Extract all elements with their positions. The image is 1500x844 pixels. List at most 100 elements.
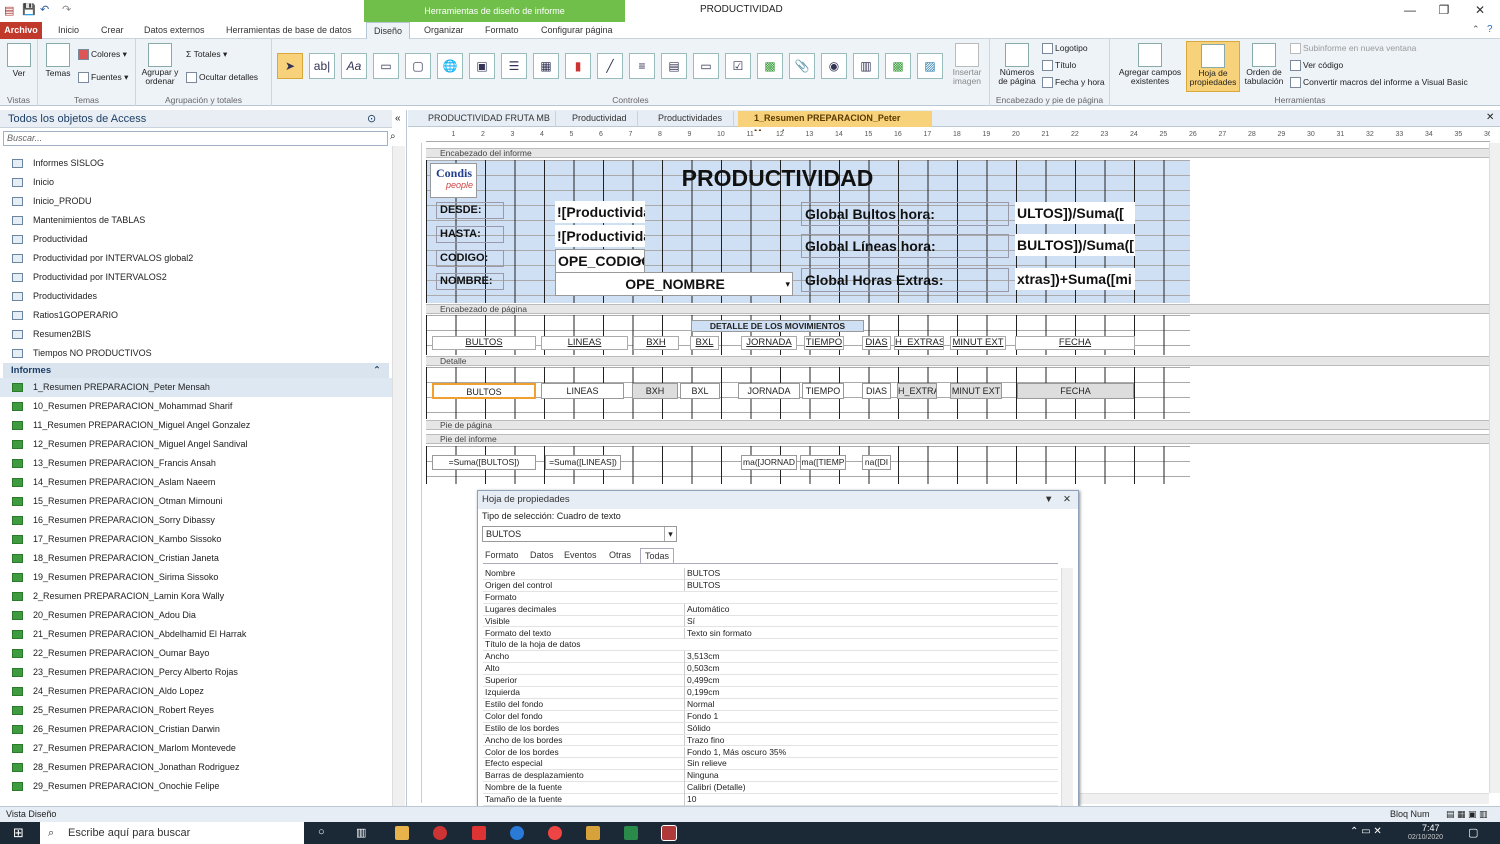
insertar-imagen-button[interactable]: Insertar imagen (947, 43, 987, 86)
textbox-control-icon[interactable]: ab| (309, 53, 335, 79)
ver-button[interactable]: Ver (5, 43, 33, 78)
excel-icon[interactable] (624, 826, 638, 840)
agregar-campos-button[interactable]: Agregar campos existentes (1116, 43, 1184, 86)
help-icon[interactable]: ? (1487, 24, 1493, 35)
section-report-header[interactable]: Encabezado del informe (426, 148, 1490, 158)
navigation-control-icon[interactable]: ☰ (501, 53, 527, 79)
detail-field-bultos[interactable]: BULTOS (432, 383, 536, 399)
fecha-hora-button[interactable]: Fecha y hora (1042, 77, 1105, 89)
nav-report-item[interactable]: 13_Resumen PREPARACION_Francis Ansah (0, 454, 392, 473)
select-tool-icon[interactable]: ➤ (277, 53, 303, 79)
restore-button[interactable]: ❐ (1434, 3, 1454, 17)
property-row[interactable]: Izquierda 0,199cm (483, 687, 1058, 699)
label-global-horas[interactable]: Global Horas Extras: (801, 268, 1009, 292)
property-row[interactable]: Ancho de los bordes Trazo fino (483, 734, 1058, 747)
detail-field-bxl[interactable]: BXL (680, 383, 720, 399)
tab-diseno[interactable]: Diseño (366, 22, 410, 39)
colores-button[interactable]: Colores ▾ (78, 49, 127, 61)
hoja-propiedades-button[interactable]: Hoja de propiedades (1186, 41, 1240, 92)
nav-pane-header[interactable]: Todos los objetos de Access ⊙ (0, 110, 392, 128)
nav-form-item[interactable]: Productividad por INTERVALOS global2 (0, 249, 392, 268)
rectangle-control-icon[interactable]: ▭ (693, 53, 719, 79)
hyperlink-control-icon[interactable]: 🌐 (437, 53, 463, 79)
nav-report-item[interactable]: 10_Resumen PREPARACION_Mohammad Sharif (0, 397, 392, 416)
nav-form-item[interactable]: Resumen2BIS (0, 325, 392, 344)
nav-report-item[interactable]: 23_Resumen PREPARACION_Percy Alberto Roj… (0, 663, 392, 682)
outlook-icon[interactable] (586, 826, 600, 840)
label-hasta[interactable]: HASTA: (436, 226, 504, 243)
line-control-icon[interactable]: ╱ (597, 53, 623, 79)
nav-form-item[interactable]: Productividad por INTERVALOS2 (0, 268, 392, 287)
label-global-bultos[interactable]: Global Bultos hora: (801, 202, 1009, 226)
nav-form-item[interactable]: Inicio (0, 173, 392, 192)
detail-field-lineas[interactable]: LINEAS (541, 383, 624, 399)
combo-box-icon[interactable]: ▤ (661, 53, 687, 79)
nav-report-item[interactable]: 21_Resumen PREPARACION_Abdelhamid El Har… (0, 625, 392, 644)
tab-archivo[interactable]: Archivo (0, 22, 42, 39)
ptab-eventos[interactable]: Eventos (560, 548, 601, 563)
ocultar-detalles-button[interactable]: Ocultar detalles (186, 72, 258, 84)
property-value[interactable]: 0,503cm (684, 663, 1054, 675)
search-icon[interactable]: ⌕ (390, 131, 396, 142)
close-document-icon[interactable]: ✕ (1486, 112, 1494, 123)
ptab-datos[interactable]: Datos (526, 548, 558, 563)
property-value[interactable]: 0,499cm (684, 675, 1054, 687)
button-control-icon[interactable]: ▭ (373, 53, 399, 79)
detail-field-minut-ext[interactable]: MINUT EXT (950, 383, 1002, 399)
nav-menu-icon[interactable]: ⊙ (367, 110, 376, 128)
label-control-icon[interactable]: Aa (341, 53, 367, 79)
logotipo-button[interactable]: Logotipo (1042, 43, 1088, 55)
section-page-footer[interactable]: Pie de página (426, 420, 1490, 430)
property-value[interactable]: Calibri (Detalle) (684, 782, 1054, 794)
property-row[interactable]: Formato (483, 592, 1058, 604)
access-taskbar-icon[interactable] (661, 825, 677, 841)
attachment-control-icon[interactable]: 📎 (789, 53, 815, 79)
task-view-icon[interactable]: ▥ (356, 826, 366, 839)
footer-sum-field[interactable]: =Suma([BULTOS]) (432, 455, 536, 470)
cortana-icon[interactable]: ○ (318, 826, 325, 838)
collapse-section-icon[interactable]: ⌃ (373, 363, 381, 378)
property-value[interactable]: Fondo 1, Más oscuro 35% (684, 746, 1054, 758)
header-column-label[interactable]: JORNADA (741, 336, 797, 350)
tab-control-icon[interactable]: ▢ (405, 53, 431, 79)
tab-herramientas-bd[interactable]: Herramientas de base de datos (222, 22, 356, 39)
nav-report-item[interactable]: 29_Resumen PREPARACION_Onochie Felipe (0, 777, 392, 796)
web-browser-control-icon[interactable]: ▣ (469, 53, 495, 79)
detail-field-jornada[interactable]: JORNADA (738, 383, 800, 399)
property-row[interactable]: Origen del control BULTOS (483, 579, 1058, 592)
property-value[interactable]: Sí (684, 615, 1054, 628)
property-row[interactable]: Estilo de los bordes Sólido (483, 722, 1058, 735)
design-vertical-scrollbar[interactable] (1489, 143, 1500, 793)
section-page-header[interactable]: Encabezado de página (426, 304, 1490, 314)
nav-form-item[interactable]: Ratios1GOPERARIO (0, 306, 392, 325)
property-row[interactable]: Nombre BULTOS (483, 568, 1058, 580)
pdf-icon[interactable] (472, 826, 486, 840)
nav-form-item[interactable]: Informes SISLOG (0, 154, 392, 173)
property-row[interactable]: Efecto especial Sin relieve (483, 758, 1058, 771)
design-horizontal-scrollbar[interactable] (1079, 793, 1489, 804)
tab-formato[interactable]: Formato (481, 22, 523, 39)
header-column-label[interactable]: TIEMPO (804, 336, 844, 350)
desde-field[interactable]: ![Productivida (555, 201, 645, 223)
nav-report-item[interactable]: 11_Resumen PREPARACION_Miguel Angel Gonz… (0, 416, 392, 435)
detalle-movimientos-label[interactable]: DETALLE DE LOS MOVIMIENTOS (691, 320, 864, 332)
option-group-icon[interactable]: ▦ (533, 53, 559, 79)
section-report-footer[interactable]: Pie del informe (426, 434, 1490, 444)
titulo-button[interactable]: Título (1042, 60, 1076, 72)
nav-form-item[interactable]: Inicio_PRODU (0, 192, 392, 211)
label-global-lineas[interactable]: Global Líneas hora: (801, 234, 1009, 258)
notifications-icon[interactable]: ▢ (1468, 826, 1478, 839)
nav-report-item[interactable]: 26_Resumen PREPARACION_Cristian Darwin (0, 720, 392, 739)
nav-report-item[interactable]: 20_Resumen PREPARACION_Adou Dia (0, 606, 392, 625)
save-icon[interactable]: 💾 (22, 3, 36, 16)
nav-report-item[interactable]: 24_Resumen PREPARACION_Aldo Lopez (0, 682, 392, 701)
global-lineas-field[interactable]: BULTOS])/Suma([ (1015, 234, 1135, 256)
property-value[interactable]: BULTOS (684, 579, 1054, 592)
detail-field-dias[interactable]: DIAS (862, 383, 891, 399)
nav-report-item[interactable]: 25_Resumen PREPARACION_Robert Reyes (0, 701, 392, 720)
nav-report-item[interactable]: 15_Resumen PREPARACION_Otman Mimouni (0, 492, 392, 511)
nav-report-item[interactable]: 1_Resumen PREPARACION_Peter Mensah (0, 378, 392, 397)
collapse-ribbon-icon[interactable]: ⌃ (1472, 24, 1480, 35)
nav-form-item[interactable]: Productividad (0, 230, 392, 249)
footer-sum-field[interactable]: =Suma([LINEAS]) (545, 455, 621, 470)
